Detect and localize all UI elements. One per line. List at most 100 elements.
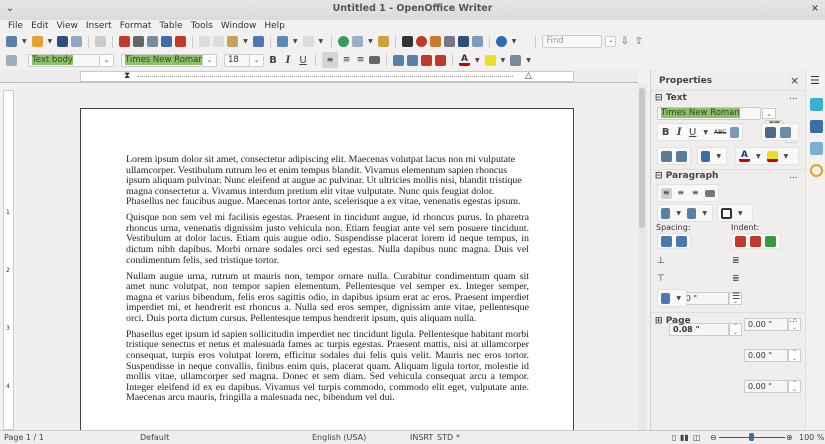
after-indent-field[interactable]: 0.00 " ⌃ ⌄ — [744, 349, 801, 362]
paste-icon[interactable] — [227, 36, 239, 47]
chevron-down-icon[interactable]: ⌄ — [202, 54, 216, 66]
paragraph[interactable]: Phasellus eget ipsum id sapien sollicitu… — [126, 329, 529, 404]
sidebar-menu-icon[interactable]: ☰ — [810, 74, 820, 87]
show-draw-functions-icon[interactable] — [377, 36, 389, 47]
find-input[interactable]: Find — [542, 35, 603, 48]
background-color-dropdown[interactable]: ▼ — [526, 57, 531, 64]
line-spacing-icon[interactable] — [661, 292, 671, 304]
decrease-indent-icon[interactable] — [435, 54, 446, 66]
menu-insert[interactable]: Insert — [82, 20, 116, 33]
clone-formatting-icon[interactable] — [252, 36, 264, 47]
book-view-icon[interactable]: ◫ — [693, 431, 701, 444]
zoom-in-icon[interactable]: ⊕ — [786, 431, 793, 444]
find-dropdown[interactable]: ⌄ — [605, 36, 617, 47]
document-text[interactable]: Lorem ipsum dolor sit amet, consectetur … — [126, 154, 529, 409]
sidebar-align-right-icon[interactable]: ≡ — [690, 188, 701, 199]
zoom-out-icon[interactable]: ⊖ — [710, 431, 717, 444]
numbering-icon[interactable] — [393, 54, 404, 66]
align-right-icon[interactable]: ≡ — [355, 55, 366, 66]
text-more-options[interactable]: ... — [789, 92, 798, 102]
underline-button[interactable]: U — [297, 55, 309, 66]
zoom-icon[interactable] — [471, 36, 483, 47]
subscript-icon[interactable] — [676, 150, 687, 162]
menu-format[interactable]: Format — [116, 20, 156, 33]
formatting-marks-icon[interactable] — [457, 36, 469, 47]
sidebar-numbering-icon[interactable] — [687, 207, 697, 219]
gallery-tab-icon[interactable] — [810, 142, 823, 155]
page-more-options[interactable]: ... — [789, 315, 798, 325]
styles-tab-icon[interactable] — [810, 120, 823, 133]
hyperlink-icon[interactable] — [338, 36, 350, 47]
text-section-header[interactable]: ⊟ Text — [655, 93, 687, 103]
sidebar-align-left-icon[interactable]: ≡ — [661, 187, 672, 199]
decrease-spacing-icon[interactable] — [676, 235, 687, 247]
font-name-select[interactable]: Times New Roman ⌄ — [121, 53, 217, 67]
spinner[interactable]: ⌃ ⌄ — [729, 323, 742, 336]
sidebar-increase-indent-icon[interactable] — [735, 235, 746, 247]
redo-icon[interactable] — [302, 36, 314, 47]
paragraph-section-header[interactable]: ⊟ Paragraph — [655, 171, 718, 181]
chevron-down-icon[interactable]: ⌄ — [762, 108, 776, 119]
email-icon[interactable] — [71, 36, 83, 47]
menu-view[interactable]: View — [53, 20, 82, 33]
find-next-icon[interactable]: ⇩ — [619, 36, 630, 47]
italic-button[interactable]: I — [282, 55, 294, 66]
open-folder-icon[interactable] — [31, 36, 43, 47]
bullets-dropdown[interactable]: ▼ — [676, 210, 681, 217]
selection-mode[interactable]: STD — [437, 431, 453, 444]
spellcheck-icon[interactable] — [161, 36, 173, 47]
single-page-view-icon[interactable]: ▯ — [672, 431, 676, 444]
help-dropdown[interactable]: ▼ — [512, 38, 517, 45]
find-replace-icon[interactable] — [401, 36, 413, 47]
sidebar-decrease-indent-icon[interactable] — [750, 235, 761, 247]
increase-font-icon[interactable] — [765, 126, 776, 138]
page[interactable]: Lorem ipsum dolor sit amet, consectetur … — [80, 108, 574, 430]
bold-button[interactable]: B — [267, 55, 279, 66]
increase-spacing-icon[interactable] — [661, 235, 672, 247]
language[interactable]: English (USA) — [312, 431, 366, 444]
before-indent-field[interactable]: 0.00 " ⌃ ⌄ — [744, 318, 801, 331]
find-previous-icon[interactable]: ⇧ — [633, 36, 644, 47]
document-area[interactable]: Lorem ipsum dolor sit amet, consectetur … — [16, 84, 638, 430]
zoom-slider-thumb[interactable] — [749, 433, 754, 441]
font-color-dropdown[interactable]: ▼ — [475, 57, 480, 64]
save-icon[interactable] — [57, 36, 69, 47]
print-icon[interactable] — [133, 36, 145, 47]
strikethrough-icon[interactable]: ABC — [714, 129, 726, 136]
chevron-down-icon[interactable]: ⌄ — [249, 54, 263, 66]
multi-page-view-icon[interactable]: ▮▮ — [680, 431, 689, 444]
horizontal-ruler[interactable]: ⧗ △ — [80, 71, 574, 82]
sidebar-bullets-icon[interactable] — [661, 207, 671, 219]
sidebar-italic-button[interactable]: I — [674, 127, 683, 138]
autospellcheck-icon[interactable] — [175, 36, 187, 47]
open-dropdown[interactable]: ▼ — [48, 38, 53, 45]
new-document-icon[interactable] — [6, 36, 17, 47]
spinner[interactable]: ⌃ ⌄ — [788, 349, 801, 362]
increase-indent-icon[interactable] — [421, 54, 432, 66]
help-icon[interactable] — [495, 36, 507, 47]
sidebar-bold-button[interactable]: B — [661, 127, 670, 138]
menu-file[interactable]: File — [4, 20, 27, 33]
window-menu-icon[interactable]: ⌄ — [6, 0, 14, 18]
highlighting-dropdown[interactable]: ▼ — [501, 57, 506, 64]
sidebar-highlighting-icon[interactable] — [766, 150, 778, 162]
undo-icon[interactable] — [276, 36, 288, 47]
copy-icon[interactable] — [213, 36, 225, 47]
font-color-dropdown[interactable]: ▼ — [756, 153, 761, 160]
background-dropdown[interactable]: ▼ — [738, 210, 743, 217]
sidebar-align-center-icon[interactable]: ≡ — [676, 188, 687, 199]
numbering-dropdown[interactable]: ▼ — [702, 210, 707, 217]
bullets-icon[interactable] — [407, 54, 418, 66]
page-section-header[interactable]: ⊞ Page — [655, 316, 691, 326]
sidebar-font-name[interactable]: Times New Roman ⌄ — [657, 107, 776, 120]
chevron-down-icon[interactable]: ⌄ — [99, 54, 113, 66]
vertical-ruler[interactable]: 1 2 3 4 — [3, 90, 14, 430]
sidebar-font-color-icon[interactable]: A — [739, 150, 750, 162]
styles-icon[interactable] — [6, 54, 17, 66]
sidebar-justify-icon[interactable] — [704, 189, 715, 197]
menu-edit[interactable]: Edit — [27, 20, 52, 33]
close-sidebar-button[interactable]: × — [790, 74, 799, 87]
highlighting-dropdown[interactable]: ▼ — [784, 153, 789, 160]
font-size-select[interactable]: 18 ⌄ — [224, 53, 264, 67]
menu-help[interactable]: Help — [260, 20, 289, 33]
